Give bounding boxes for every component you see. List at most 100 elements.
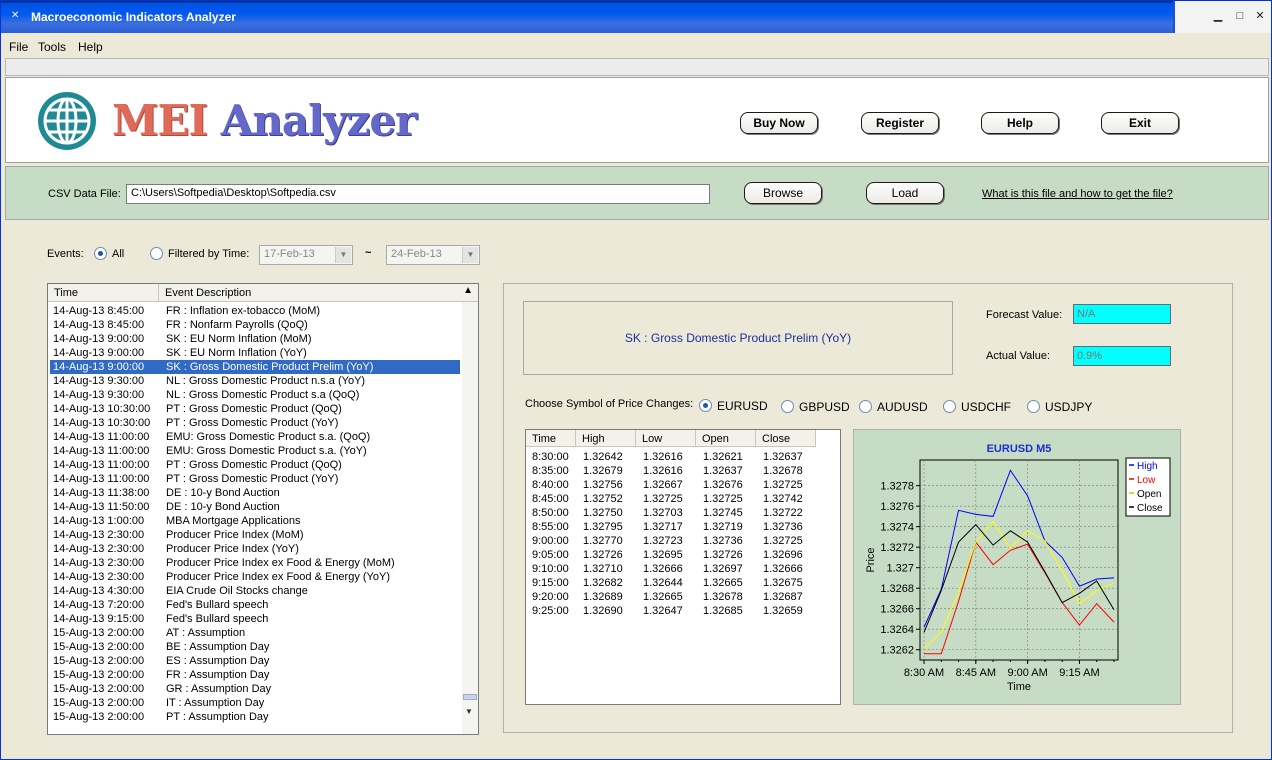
- close-icon[interactable]: ✕: [1253, 9, 1267, 23]
- csv-file-bar: CSV Data File: C:\Users\Softpedia\Deskto…: [5, 166, 1269, 220]
- symbol-eurusd-radio[interactable]: [699, 399, 712, 412]
- price-row[interactable]: 9:10:00 1.32710 1.32666 1.32697 1.32666: [526, 562, 826, 576]
- price-cell: 8:35:00: [532, 465, 569, 477]
- event-row[interactable]: 14-Aug-13 9:00:00 SK : EU Norm Inflation …: [50, 332, 460, 346]
- price-cell: 1.32689: [583, 591, 623, 603]
- price-row[interactable]: 9:00:00 1.32770 1.32723 1.32736 1.32725: [526, 534, 826, 548]
- price-row[interactable]: 8:50:00 1.32750 1.32703 1.32745 1.32722: [526, 506, 826, 520]
- event-row[interactable]: 14-Aug-13 9:00:00 SK : Gross Domestic Pro…: [50, 360, 460, 374]
- price-row[interactable]: 9:20:00 1.32689 1.32665 1.32678 1.32687: [526, 590, 826, 604]
- forecast-label: Forecast Value:: [986, 309, 1063, 321]
- event-row[interactable]: 15-Aug-13 2:00:00 AT : Assumption: [50, 626, 460, 640]
- menu-help[interactable]: Help: [78, 40, 103, 54]
- title-bar[interactable]: ✕ Macroeconomic Indicators Analyzer ▁ □ …: [1, 1, 1271, 33]
- menu-bar: File Tools Help: [1, 35, 1271, 57]
- price-column-header[interactable]: Low: [636, 430, 696, 447]
- maximize-icon[interactable]: □: [1233, 9, 1247, 23]
- symbol-audusd-label: AUDUSD: [877, 400, 928, 414]
- event-row[interactable]: 14-Aug-13 2:30:00 Producer Price Index (M…: [50, 528, 460, 542]
- events-all-radio[interactable]: [94, 247, 107, 260]
- event-row[interactable]: 15-Aug-13 2:00:00 FR : Assumption Day: [50, 668, 460, 682]
- event-row[interactable]: 14-Aug-13 9:00:00 SK : EU Norm Inflation …: [50, 346, 460, 360]
- event-row[interactable]: 14-Aug-13 11:00:00 EMU: Gross Domestic Pr…: [50, 430, 460, 444]
- register-button[interactable]: Register: [861, 112, 939, 134]
- event-row[interactable]: 14-Aug-13 9:30:00 NL : Gross Domestic Pro…: [50, 388, 460, 402]
- price-column-header[interactable]: Time: [526, 430, 576, 447]
- event-row[interactable]: 14-Aug-13 2:30:00 Producer Price Index ex…: [50, 556, 460, 570]
- load-button[interactable]: Load: [866, 182, 944, 204]
- event-row[interactable]: 15-Aug-13 2:00:00 GR : Assumption Day: [50, 682, 460, 696]
- events-list-scrollbar[interactable]: ▼: [462, 302, 478, 734]
- price-row[interactable]: 9:25:00 1.32690 1.32647 1.32685 1.32659: [526, 604, 826, 618]
- event-row[interactable]: 14-Aug-13 9:15:00 Fed's Bullard speech: [50, 612, 460, 626]
- from-date-picker[interactable]: 17-Feb-13 ▼: [259, 245, 353, 265]
- symbol-gbpusd-radio[interactable]: [781, 400, 794, 413]
- menu-tools[interactable]: Tools: [38, 40, 66, 54]
- price-row[interactable]: 8:55:00 1.32795 1.32717 1.32719 1.32736: [526, 520, 826, 534]
- event-row[interactable]: 14-Aug-13 11:50:00 DE : 10-y Bond Auction: [50, 500, 460, 514]
- y-tick-label: 1.3278: [880, 481, 914, 493]
- event-row[interactable]: 14-Aug-13 8:45:00 FR : Nonfarm Payrolls (…: [50, 318, 460, 332]
- price-row[interactable]: 8:35:00 1.32679 1.32616 1.32637 1.32678: [526, 464, 826, 478]
- scroll-down-icon[interactable]: ▼: [465, 707, 473, 716]
- price-cell: 1.32616: [643, 451, 683, 463]
- price-cell: 8:30:00: [532, 451, 569, 463]
- menu-file[interactable]: File: [9, 40, 28, 54]
- dropdown-arrow-icon: ▼: [462, 247, 478, 263]
- event-row[interactable]: 14-Aug-13 2:30:00 Producer Price Index ex…: [50, 570, 460, 584]
- price-row[interactable]: 8:30:00 1.32642 1.32616 1.32621 1.32637: [526, 450, 826, 464]
- to-date-picker[interactable]: 24-Feb-13 ▼: [386, 245, 480, 265]
- event-row[interactable]: 15-Aug-13 2:00:00 IT : Assumption Day: [50, 696, 460, 710]
- event-row[interactable]: 14-Aug-13 9:30:00 NL : Gross Domestic Pro…: [50, 374, 460, 388]
- price-column-header[interactable]: Open: [696, 430, 756, 447]
- price-row[interactable]: 8:45:00 1.32752 1.32725 1.32725 1.32742: [526, 492, 826, 506]
- price-cell: 1.32637: [763, 451, 803, 463]
- help-button[interactable]: Help: [981, 112, 1059, 134]
- event-row[interactable]: 14-Aug-13 8:45:00 FR : Inflation ex-tobac…: [50, 304, 460, 318]
- event-time: 14-Aug-13 8:45:00: [53, 305, 145, 317]
- event-time: 14-Aug-13 11:38:00: [53, 487, 150, 499]
- column-header-time[interactable]: Time: [48, 284, 159, 302]
- events-filtered-radio[interactable]: [150, 247, 163, 260]
- event-time: 15-Aug-13 2:00:00: [53, 655, 145, 667]
- events-list[interactable]: Time Event Description ▲ 14-Aug-13 8:45:…: [47, 283, 479, 735]
- event-row[interactable]: 14-Aug-13 10:30:00 PT : Gross Domestic Pr…: [50, 416, 460, 430]
- price-row[interactable]: 8:40:00 1.32756 1.32667 1.32676 1.32725: [526, 478, 826, 492]
- price-row[interactable]: 9:05:00 1.32726 1.32695 1.32726 1.32696: [526, 548, 826, 562]
- event-time: 15-Aug-13 2:00:00: [53, 627, 145, 639]
- event-row[interactable]: 15-Aug-13 2:00:00 PT : Assumption Day: [50, 710, 460, 724]
- event-row[interactable]: 15-Aug-13 2:00:00 ES : Assumption Day: [50, 654, 460, 668]
- buy-now-button[interactable]: Buy Now: [740, 112, 818, 134]
- event-row[interactable]: 14-Aug-13 7:20:00 Fed's Bullard speech: [50, 598, 460, 612]
- symbol-usdchf-radio[interactable]: [943, 400, 956, 413]
- price-cell: 1.32725: [643, 493, 683, 505]
- event-row[interactable]: 14-Aug-13 4:30:00 EIA Crude Oil Stocks ch…: [50, 584, 460, 598]
- exit-button[interactable]: Exit: [1101, 112, 1179, 134]
- price-row[interactable]: 9:15:00 1.32682 1.32644 1.32665 1.32675: [526, 576, 826, 590]
- symbol-audusd-radio[interactable]: [859, 400, 872, 413]
- price-column-header[interactable]: Close: [756, 430, 816, 447]
- csv-path-input[interactable]: C:\Users\Softpedia\Desktop\Softpedia.csv: [126, 184, 710, 204]
- event-description: Producer Price Index ex Food & Energy (Y…: [166, 571, 390, 583]
- event-row[interactable]: 14-Aug-13 11:00:00 PT : Gross Domestic Pr…: [50, 472, 460, 486]
- event-row[interactable]: 14-Aug-13 11:38:00 DE : 10-y Bond Auction: [50, 486, 460, 500]
- price-cell: 1.32696: [763, 549, 803, 561]
- minimize-icon[interactable]: ▁: [1211, 9, 1225, 23]
- event-row[interactable]: 14-Aug-13 2:30:00 Producer Price Index (Y…: [50, 542, 460, 556]
- price-cell: 1.32710: [583, 563, 623, 575]
- event-description: ES : Assumption Day: [166, 655, 270, 667]
- column-header-event-description[interactable]: Event Description ▲: [159, 284, 478, 302]
- event-row[interactable]: 14-Aug-13 11:00:00 EMU: Gross Domestic Pr…: [50, 444, 460, 458]
- event-row[interactable]: 14-Aug-13 1:00:00 MBA Mortgage Applicatio…: [50, 514, 460, 528]
- browse-button[interactable]: Browse: [744, 182, 822, 204]
- symbol-usdjpy-radio[interactable]: [1027, 400, 1040, 413]
- price-column-header[interactable]: High: [576, 430, 636, 447]
- price-table[interactable]: Time High Low Open Close 8:30:00 1.32642 1…: [525, 429, 841, 705]
- sort-up-icon: ▲: [463, 285, 473, 296]
- price-cell: 1.32725: [763, 535, 803, 547]
- event-row[interactable]: 14-Aug-13 10:30:00 PT : Gross Domestic Pr…: [50, 402, 460, 416]
- csv-help-link[interactable]: What is this file and how to get the fil…: [982, 188, 1173, 200]
- event-row[interactable]: 15-Aug-13 2:00:00 BE : Assumption Day: [50, 640, 460, 654]
- scroll-thumb[interactable]: [463, 694, 477, 700]
- event-row[interactable]: 14-Aug-13 11:00:00 PT : Gross Domestic Pr…: [50, 458, 460, 472]
